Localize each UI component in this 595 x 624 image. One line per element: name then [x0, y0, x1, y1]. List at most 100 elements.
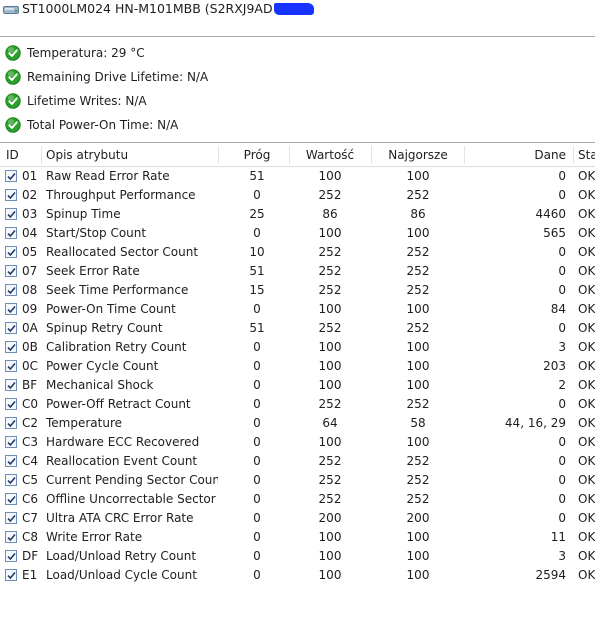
table-row[interactable]: 05 Reallocated Sector Count 10 252 252 0 OK: [0, 243, 595, 262]
table-row[interactable]: 09 Power-On Time Count 0 100 100 84 OK: [0, 300, 595, 319]
attribute-threshold: 0: [253, 454, 261, 468]
table-row[interactable]: E1 Load/Unload Cycle Count 0 100 100 2594 OK: [0, 566, 595, 585]
row-checkbox[interactable]: [5, 189, 17, 201]
checkmark-icon: [7, 267, 16, 276]
row-checkbox[interactable]: [5, 474, 17, 486]
row-checkbox[interactable]: [5, 322, 17, 334]
row-checkbox[interactable]: [5, 360, 17, 372]
attribute-threshold: 0: [253, 226, 261, 240]
table-row[interactable]: 01 Raw Read Error Rate 51 100 100 0 OK: [0, 167, 595, 186]
checkmark-icon: [7, 533, 16, 542]
table-row[interactable]: C0 Power-Off Retract Count 0 252 252 0 OK: [0, 395, 595, 414]
row-checkbox[interactable]: [5, 417, 17, 429]
table-row[interactable]: 0B Calibration Retry Count 0 100 100 3 OK: [0, 338, 595, 357]
table-row[interactable]: 0A Spinup Retry Count 51 252 252 0 OK: [0, 319, 595, 338]
column-divider[interactable]: [573, 146, 574, 164]
row-checkbox[interactable]: [5, 512, 17, 524]
row-checkbox[interactable]: [5, 208, 17, 220]
attribute-raw-data: 0: [558, 283, 566, 297]
column-divider[interactable]: [41, 146, 42, 164]
table-row[interactable]: C3 Hardware ECC Recovered 0 100 100 0 OK: [0, 433, 595, 452]
attribute-status: OK: [578, 454, 595, 468]
attribute-raw-data: 2: [558, 378, 566, 392]
table-row[interactable]: C8 Write Error Rate 0 100 100 11 OK: [0, 528, 595, 547]
row-checkbox[interactable]: [5, 341, 17, 353]
column-header-raw-data[interactable]: Dane: [464, 144, 566, 166]
column-header-worst[interactable]: Najgorsze: [372, 144, 464, 166]
table-row[interactable]: BF Mechanical Shock 0 100 100 2 OK: [0, 376, 595, 395]
checkmark-icon: [7, 476, 16, 485]
table-header: ID Opis atrybutu Próg Wartość Najgorsze …: [0, 144, 595, 167]
row-checkbox[interactable]: [5, 265, 17, 277]
attribute-status: OK: [578, 568, 595, 582]
checkmark-icon: [7, 362, 16, 371]
attribute-id: BF: [22, 378, 38, 392]
attribute-worst: 252: [406, 397, 430, 411]
attribute-value: 252: [318, 283, 342, 297]
table-row[interactable]: 08 Seek Time Performance 15 252 252 0 OK: [0, 281, 595, 300]
attribute-threshold: 10: [249, 245, 265, 259]
checkmark-icon: [7, 381, 16, 390]
column-header-status[interactable]: Sta: [578, 144, 595, 166]
attribute-description: Start/Stop Count: [46, 226, 147, 240]
checkmark-icon: [7, 552, 16, 561]
row-checkbox[interactable]: [5, 455, 17, 467]
row-checkbox[interactable]: [5, 379, 17, 391]
column-header-id[interactable]: ID: [6, 144, 19, 166]
checkmark-icon: [7, 191, 16, 200]
attribute-description: Hardware ECC Recovered: [46, 435, 200, 449]
table-row[interactable]: C5 Current Pending Sector Count 0 252 252 0 OK: [0, 471, 595, 490]
row-checkbox[interactable]: [5, 303, 17, 315]
column-header-threshold[interactable]: Próg: [218, 144, 296, 166]
row-checkbox[interactable]: [5, 227, 17, 239]
attribute-raw-data: 3: [558, 549, 566, 563]
attribute-raw-data: 0: [558, 492, 566, 506]
row-checkbox[interactable]: [5, 170, 17, 182]
checkmark-icon: [7, 286, 16, 295]
attribute-status: OK: [578, 359, 595, 373]
column-header-description[interactable]: Opis atrybutu: [46, 144, 128, 166]
smart-attributes-table: ID Opis atrybutu Próg Wartość Najgorsze …: [0, 144, 595, 585]
attribute-value: 252: [318, 492, 342, 506]
attribute-threshold: 0: [253, 340, 261, 354]
table-row[interactable]: C7 Ultra ATA CRC Error Rate 0 200 200 0 OK: [0, 509, 595, 528]
row-checkbox[interactable]: [5, 493, 17, 505]
attribute-threshold: 0: [253, 378, 261, 392]
attribute-value: 100: [318, 302, 342, 316]
attribute-description: Power-On Time Count: [46, 302, 176, 316]
row-checkbox[interactable]: [5, 550, 17, 562]
row-checkbox[interactable]: [5, 531, 17, 543]
attribute-description: Load/Unload Retry Count: [46, 549, 197, 563]
checkmark-icon: [7, 457, 16, 466]
row-checkbox[interactable]: [5, 246, 17, 258]
column-header-value[interactable]: Wartość: [289, 144, 371, 166]
attribute-raw-data: 0: [558, 511, 566, 525]
table-row[interactable]: C2 Temperature 0 64 58 44, 16, 29 OK: [0, 414, 595, 433]
attribute-worst: 100: [406, 169, 430, 183]
table-row[interactable]: 0C Power Cycle Count 0 100 100 203 OK: [0, 357, 595, 376]
row-checkbox[interactable]: [5, 398, 17, 410]
attribute-worst: 252: [406, 492, 430, 506]
table-row[interactable]: 04 Start/Stop Count 0 100 100 565 OK: [0, 224, 595, 243]
row-checkbox[interactable]: [5, 436, 17, 448]
checkmark-icon: [7, 248, 16, 257]
row-checkbox[interactable]: [5, 284, 17, 296]
checkmark-icon: [7, 172, 16, 181]
attribute-raw-data: 11: [550, 530, 566, 544]
table-row[interactable]: 02 Throughput Performance 0 252 252 0 OK: [0, 186, 595, 205]
checkmark-icon: [7, 305, 16, 314]
attribute-id: C4: [22, 454, 39, 468]
attribute-threshold: 51: [249, 321, 265, 335]
table-row[interactable]: 07 Seek Error Rate 51 252 252 0 OK: [0, 262, 595, 281]
attribute-raw-data: 2594: [535, 568, 566, 582]
attribute-threshold: 0: [253, 397, 261, 411]
header-separator: [0, 36, 595, 37]
attribute-threshold: 0: [253, 359, 261, 373]
attribute-id: 02: [22, 188, 38, 202]
attribute-raw-data: 0: [558, 473, 566, 487]
table-row[interactable]: C6 Offline Uncorrectable Sector C... 0 252 2…: [0, 490, 595, 509]
table-row[interactable]: C4 Reallocation Event Count 0 252 252 0 OK: [0, 452, 595, 471]
table-row[interactable]: 03 Spinup Time 25 86 86 4460 OK: [0, 205, 595, 224]
row-checkbox[interactable]: [5, 569, 17, 581]
table-row[interactable]: DF Load/Unload Retry Count 0 100 100 3 OK: [0, 547, 595, 566]
